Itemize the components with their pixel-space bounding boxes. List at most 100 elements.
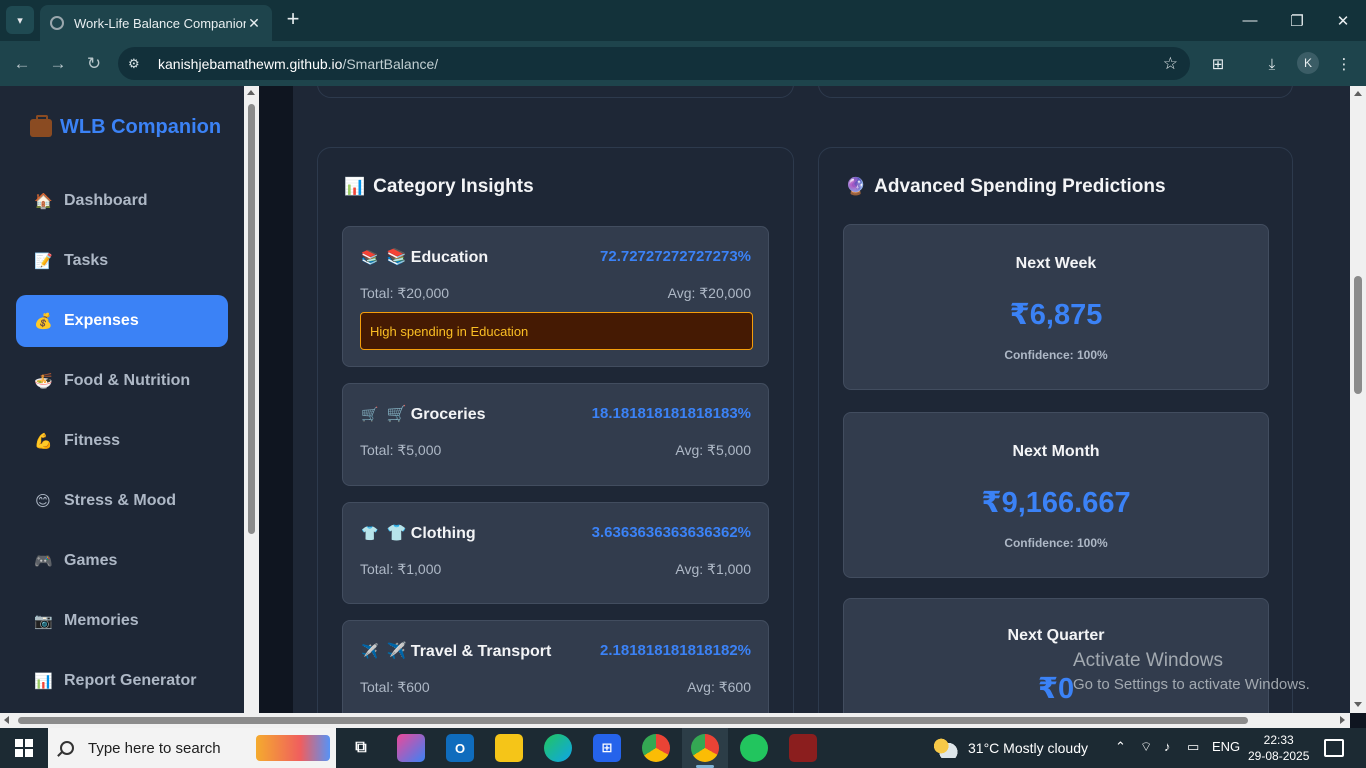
search-icon — [60, 741, 74, 755]
sidebar-scrollbar[interactable] — [244, 86, 259, 713]
tab-search-button[interactable]: ▾ — [6, 6, 34, 34]
store-icon[interactable]: ⊞ — [593, 734, 621, 762]
site-info-icon[interactable]: ⚙ — [128, 56, 148, 72]
back-arrow-icon[interactable]: ← — [9, 51, 35, 77]
menu-dots-icon[interactable]: ⋮ — [1332, 52, 1356, 76]
winrar-icon[interactable] — [789, 734, 817, 762]
prediction-label: Next Month — [1012, 443, 1100, 460]
sidebar-item-tasks[interactable]: 📝 Tasks — [16, 235, 228, 287]
sidebar-item-stress-mood[interactable]: 😊 Stress & Mood — [16, 475, 228, 527]
shopping-cart-icon: 🛒 — [361, 405, 379, 422]
category-average: Avg: ₹20,000 — [667, 285, 751, 301]
active-chrome-profile-task[interactable] — [682, 728, 728, 768]
category-insights-title: 📊 Category Insights — [344, 176, 534, 197]
whatsapp-icon[interactable] — [740, 734, 768, 762]
horizontal-scroll-thumb[interactable] — [18, 717, 1248, 724]
gamepad-icon: 🎮 — [34, 553, 53, 570]
bar-chart-icon: 📊 — [344, 177, 366, 196]
download-icon[interactable]: ⤓ — [1260, 52, 1284, 76]
sidebar-item-memories[interactable]: 📷 Memories — [16, 595, 228, 647]
spending-predictions-title: 🔮 Advanced Spending Predictions — [845, 176, 1166, 197]
clock-time: 22:33 — [1263, 733, 1294, 747]
category-name: ✈️ Travel & Transport — [386, 643, 552, 660]
battery-icon[interactable]: ▭ — [1187, 739, 1199, 755]
outlook-icon[interactable]: O — [446, 734, 474, 762]
profile-avatar[interactable]: K — [1297, 52, 1319, 74]
task-view-icon[interactable]: ⧉ — [347, 734, 375, 762]
close-window-button[interactable]: ✕ — [1320, 0, 1366, 41]
page-horizontal-scrollbar[interactable] — [0, 713, 1350, 728]
language-indicator[interactable]: ENG — [1212, 739, 1240, 754]
edge-icon[interactable] — [544, 734, 572, 762]
scroll-up-arrow-icon[interactable] — [1354, 91, 1362, 96]
file-explorer-icon[interactable] — [495, 734, 523, 762]
category-item-clothing: 👕 👕 Clothing 3.6363636363636362% Total: ₹… — [342, 502, 769, 604]
chrome-profile-icon — [691, 734, 719, 762]
sidebar-item-games[interactable]: 🎮 Games — [16, 535, 228, 587]
speaker-icon[interactable]: ♪ — [1164, 739, 1171, 754]
search-highlight-art — [256, 735, 330, 761]
weather-text: 31°C Mostly cloudy — [968, 740, 1088, 756]
sidebar-item-report-generator[interactable]: 📊 Report Generator — [16, 655, 228, 707]
clock-date: 29-08-2025 — [1248, 749, 1310, 763]
prediction-next-month: Next Month ₹9,166.667 Confidence: 100% — [843, 412, 1269, 578]
scroll-right-arrow-icon[interactable] — [1340, 716, 1345, 724]
brand: WLB Companion — [30, 114, 221, 139]
sidebar-item-expenses[interactable]: 💰 Expenses — [16, 295, 228, 347]
house-icon: 🏠 — [34, 193, 53, 210]
search-placeholder: Type here to search — [88, 739, 221, 757]
category-total: Total: ₹600 — [360, 679, 430, 695]
bookmark-star-icon[interactable]: ☆ — [1163, 54, 1178, 74]
windows-start-icon[interactable] — [15, 739, 33, 757]
browser-tab-strip: ▾ Work-Life Balance Companion ✕ + — ❐ ✕ — [0, 0, 1366, 41]
category-percent: 3.6363636363636362% — [591, 524, 751, 541]
category-item-education: 📚 📚 Education 72.72727272727273% Total: ₹… — [342, 226, 769, 367]
vertical-scroll-thumb[interactable] — [1354, 276, 1362, 394]
bar-chart-icon: 📊 — [34, 673, 53, 690]
prediction-label: Next Quarter — [1007, 627, 1105, 644]
windows-taskbar: Type here to search ⧉ O ⊞ 31°C Mostly cl… — [0, 728, 1366, 768]
taskbar-search[interactable]: Type here to search — [48, 728, 336, 768]
scroll-down-arrow-icon[interactable] — [1354, 702, 1362, 707]
spending-predictions-card: 🔮 Advanced Spending Predictions Next Wee… — [818, 147, 1293, 713]
flexed-biceps-icon: 💪 — [34, 433, 53, 450]
category-percent: 2.181818181818182% — [600, 642, 751, 659]
tshirt-icon: 👕 — [361, 524, 379, 541]
reload-icon[interactable]: ↻ — [81, 51, 107, 77]
copilot-icon[interactable] — [397, 734, 425, 762]
memo-icon: 📝 — [34, 253, 53, 270]
prediction-value: ₹9,166.667 — [981, 487, 1131, 519]
prediction-value: ₹6,875 — [1009, 299, 1103, 331]
prediction-label: Next Week — [1015, 255, 1097, 272]
previous-card-left — [317, 86, 794, 98]
high-spending-warning: High spending in Education — [360, 312, 753, 350]
chrome-icon[interactable] — [642, 734, 670, 762]
browser-tab[interactable]: Work-Life Balance Companion ✕ — [40, 5, 272, 41]
translate-icon[interactable]: ⊞ — [1206, 52, 1230, 76]
minimize-button[interactable]: — — [1227, 0, 1273, 41]
category-percent: 72.72727272727273% — [600, 248, 751, 265]
network-icon[interactable]: ⌔ — [1140, 739, 1152, 755]
books-icon: 📚 — [361, 248, 379, 265]
sidebar-scroll-thumb[interactable] — [248, 104, 255, 534]
prediction-confidence: Confidence: 100% — [1004, 348, 1108, 362]
activate-windows-subtitle: Go to Settings to activate Windows. — [1073, 676, 1310, 693]
activate-windows-title: Activate Windows — [1073, 650, 1223, 671]
page-vertical-scrollbar[interactable] — [1350, 86, 1366, 713]
tray-chevron-icon[interactable]: ⌃ — [1115, 739, 1126, 755]
clock[interactable]: 22:33 29-08-2025 — [1248, 732, 1309, 764]
notification-center-icon[interactable] — [1324, 739, 1344, 757]
new-tab-button[interactable]: + — [282, 8, 304, 32]
restore-button[interactable]: ❐ — [1274, 0, 1320, 41]
scroll-left-arrow-icon[interactable] — [4, 716, 9, 724]
category-name: 🛒 Groceries — [386, 406, 486, 423]
sidebar-item-food-nutrition[interactable]: 🍜 Food & Nutrition — [16, 355, 228, 407]
previous-card-right — [818, 86, 1293, 98]
sidebar-item-fitness[interactable]: 💪 Fitness — [16, 415, 228, 467]
address-bar[interactable]: ⚙ kanishjebamathewm.github.io/SmartBalan… — [118, 47, 1190, 80]
scroll-up-arrow-icon[interactable] — [247, 90, 255, 95]
weather-widget[interactable]: 31°C Mostly cloudy — [934, 738, 1088, 758]
tab-close-icon[interactable]: ✕ — [246, 15, 262, 32]
sidebar-item-dashboard[interactable]: 🏠 Dashboard — [16, 175, 228, 227]
forward-arrow-icon[interactable]: → — [45, 51, 71, 77]
